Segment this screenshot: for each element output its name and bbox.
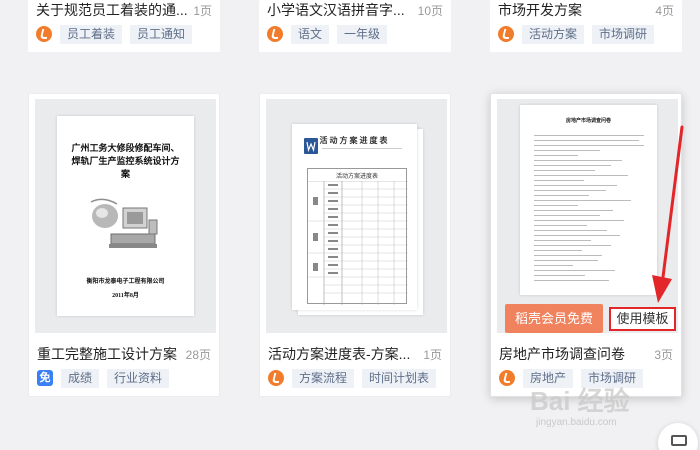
cover-page: 广州工务大修段修配车间、焊轨厂生产监控系统设计方案 衡阳市龙泰电子工程有限公司 … bbox=[57, 116, 194, 316]
doc-title[interactable]: 活动方案进度表-方案... bbox=[268, 344, 410, 364]
word-file-icon bbox=[304, 138, 318, 154]
doc-title[interactable]: 房地产市场调查问卷 bbox=[499, 344, 625, 364]
page-count: 1页 bbox=[193, 3, 212, 18]
preview-text-lines bbox=[534, 135, 644, 285]
tag[interactable]: 员工着装 bbox=[60, 24, 123, 44]
doc-card-top-1[interactable]: 关于规范员工着装的通... 1页 员工着装 员工通知 bbox=[28, 0, 220, 52]
page-count: 10页 bbox=[417, 3, 443, 18]
doc-icon bbox=[498, 26, 514, 42]
tag[interactable]: 活动方案 bbox=[522, 24, 585, 44]
tag[interactable]: 市场调研 bbox=[581, 368, 644, 388]
watermark-text: Bai 经验 bbox=[530, 386, 630, 416]
vip-free-button[interactable]: 稻壳会员免费 bbox=[505, 304, 603, 333]
doc-card-construction-plan[interactable]: 广州工务大修段修配车间、焊轨厂生产监控系统设计方案 衡阳市龙泰电子工程有限公司 … bbox=[28, 93, 220, 397]
cover-date: 2011年8月 bbox=[112, 293, 139, 299]
tag[interactable]: 行业资料 bbox=[107, 368, 170, 388]
page-count: 1页 bbox=[423, 347, 442, 362]
doc-icon bbox=[268, 370, 284, 386]
page-count: 28页 bbox=[185, 347, 211, 362]
tag[interactable]: 房地产 bbox=[523, 368, 574, 388]
cover-company: 衡阳市龙泰电子工程有限公司 bbox=[86, 279, 165, 285]
table-title: 活动方案进度表 bbox=[335, 174, 378, 180]
doc-title[interactable]: 小学语文汉语拼音字... bbox=[267, 0, 405, 20]
preview-page: 活动方案进度表 活动方案进度表 bbox=[292, 124, 417, 310]
tag[interactable]: 员工通知 bbox=[130, 24, 193, 44]
annotation-arrow bbox=[652, 125, 684, 303]
tag[interactable]: 一年级 bbox=[337, 24, 388, 44]
doc-icon bbox=[36, 26, 52, 42]
doc-title[interactable]: 关于规范员工着装的通... bbox=[36, 0, 188, 20]
computer-illustration bbox=[90, 198, 158, 248]
doc-title[interactable]: 重工完整施工设计方案 bbox=[37, 344, 177, 364]
tag[interactable]: 方案流程 bbox=[292, 368, 355, 388]
doc-preview[interactable]: 活动方案进度表 活动方案进度表 bbox=[266, 99, 447, 333]
tag[interactable]: 成绩 bbox=[61, 368, 100, 388]
doc-card-top-2[interactable]: 小学语文汉语拼音字... 10页 语文 一年级 bbox=[259, 0, 451, 52]
preview-page: 房地产市场调查问卷 bbox=[520, 105, 657, 295]
tag[interactable]: 语文 bbox=[291, 24, 330, 44]
preview-doc-title: 房地产市场调查问卷 bbox=[565, 118, 611, 124]
doc-title[interactable]: 市场开发方案 bbox=[498, 0, 582, 20]
doc-card-activity-schedule[interactable]: 活动方案进度表 活动方案进度表 活动方案进度表-方案... 1页 方案流程 时间… bbox=[259, 93, 451, 397]
tag[interactable]: 时间计划表 bbox=[362, 368, 437, 388]
page-count: 4页 bbox=[655, 3, 674, 18]
tag[interactable]: 市场调研 bbox=[592, 24, 655, 44]
doc-card-top-3[interactable]: 市场开发方案 4页 活动方案 市场调研 bbox=[490, 0, 682, 52]
free-badge-icon: 免 bbox=[37, 370, 53, 386]
feedback-button[interactable] bbox=[658, 423, 698, 450]
page-count: 3页 bbox=[654, 347, 673, 362]
cover-title: 广州工务大修段修配车间、焊轨厂生产监控系统设计方案 bbox=[71, 143, 180, 179]
monitor-icon bbox=[671, 435, 687, 446]
doc-icon bbox=[267, 26, 283, 42]
sheet-table: 活动方案进度表 bbox=[307, 168, 408, 305]
doc-preview[interactable]: 广州工务大修段修配车间、焊轨厂生产监控系统设计方案 衡阳市龙泰电子工程有限公司 … bbox=[35, 99, 216, 333]
doc-icon bbox=[499, 370, 515, 386]
